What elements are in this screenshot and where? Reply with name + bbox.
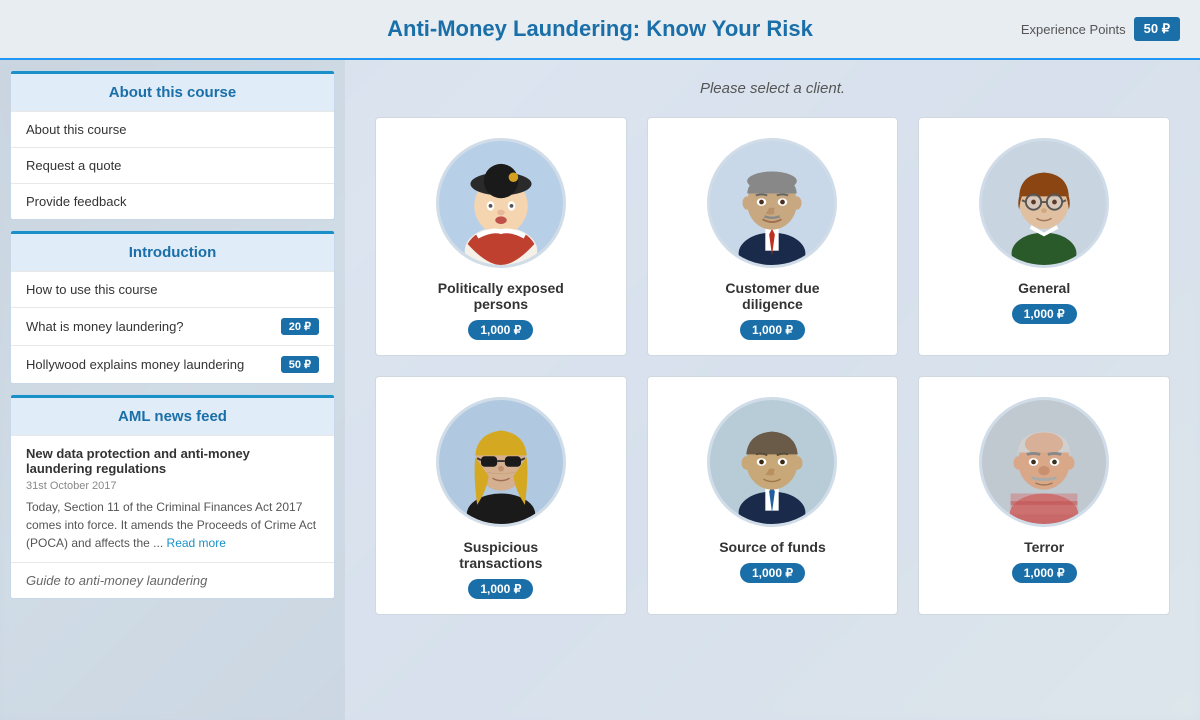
sidebar-section-about: About this course About this course Requ… — [10, 70, 335, 220]
client-card-source[interactable]: Source of funds 1,000 ₽ — [647, 376, 899, 615]
client-points-general: 1,000 ₽ — [1012, 304, 1077, 324]
client-name-source: Source of funds — [719, 539, 826, 555]
news-text: Today, Section 11 of the Criminal Financ… — [26, 498, 319, 552]
client-card-cdd[interactable]: Customer duediligence 1,000 ₽ — [647, 117, 899, 356]
news-date: 31st October 2017 — [26, 480, 319, 492]
sidebar-section-intro: Introduction How to use this course What… — [10, 230, 335, 384]
client-name-general: General — [1018, 280, 1070, 296]
client-card-suspicious[interactable]: Suspicioustransactions 1,000 ₽ — [375, 376, 627, 615]
avatar-terror — [979, 397, 1109, 527]
client-points-cdd: 1,000 ₽ — [740, 320, 805, 340]
avatar-cdd — [707, 138, 837, 268]
sidebar: About this course About this course Requ… — [0, 60, 345, 720]
main-layout: About this course About this course Requ… — [0, 60, 1200, 720]
client-name-pep: Politically exposedpersons — [438, 280, 564, 312]
client-card-general[interactable]: General 1,000 ₽ — [918, 117, 1170, 356]
read-more-link[interactable]: Read more — [167, 536, 226, 550]
experience-label: Experience Points — [1021, 22, 1126, 37]
select-prompt: Please select a client. — [375, 80, 1170, 97]
top-bar: Anti-Money Laundering: Know Your Risk Ex… — [0, 0, 1200, 60]
sidebar-section-news: AML news feed New data protection and an… — [10, 394, 335, 599]
intro-section-header: Introduction — [11, 231, 334, 271]
news-item-1: New data protection and anti-money laund… — [11, 435, 334, 562]
client-grid: Politically exposedpersons 1,000 ₽ — [375, 117, 1170, 615]
avatar-general — [979, 138, 1109, 268]
guide-item[interactable]: Guide to anti-money laundering — [11, 562, 334, 598]
client-name-cdd: Customer duediligence — [725, 280, 819, 312]
points-badge-50: 50 ₽ — [281, 356, 319, 373]
client-points-terror: 1,000 ₽ — [1012, 563, 1077, 583]
avatar-source — [707, 397, 837, 527]
content-area: Please select a client. — [345, 60, 1200, 720]
page-title: Anti-Money Laundering: Know Your Risk — [387, 16, 813, 42]
client-card-terror[interactable]: Terror 1,000 ₽ — [918, 376, 1170, 615]
sidebar-item-what-is-ml[interactable]: What is money laundering? 20 ₽ — [11, 307, 334, 345]
client-card-pep[interactable]: Politically exposedpersons 1,000 ₽ — [375, 117, 627, 356]
client-name-suspicious: Suspicioustransactions — [459, 539, 542, 571]
sidebar-item-about-course[interactable]: About this course — [11, 111, 334, 147]
points-badge-20: 20 ₽ — [281, 318, 319, 335]
avatar-suspicious — [436, 397, 566, 527]
about-section-header: About this course — [11, 71, 334, 111]
client-points-source: 1,000 ₽ — [740, 563, 805, 583]
experience-badge: 50 ₽ — [1134, 17, 1180, 41]
sidebar-item-request-quote[interactable]: Request a quote — [11, 147, 334, 183]
news-section-header: AML news feed — [11, 395, 334, 435]
sidebar-item-hollywood[interactable]: Hollywood explains money laundering 50 ₽ — [11, 345, 334, 383]
client-name-terror: Terror — [1024, 539, 1064, 555]
sidebar-item-provide-feedback[interactable]: Provide feedback — [11, 183, 334, 219]
news-title: New data protection and anti-money laund… — [26, 446, 319, 476]
avatar-pep — [436, 138, 566, 268]
client-points-pep: 1,000 ₽ — [468, 320, 533, 340]
sidebar-item-how-to-use[interactable]: How to use this course — [11, 271, 334, 307]
client-points-suspicious: 1,000 ₽ — [468, 579, 533, 599]
